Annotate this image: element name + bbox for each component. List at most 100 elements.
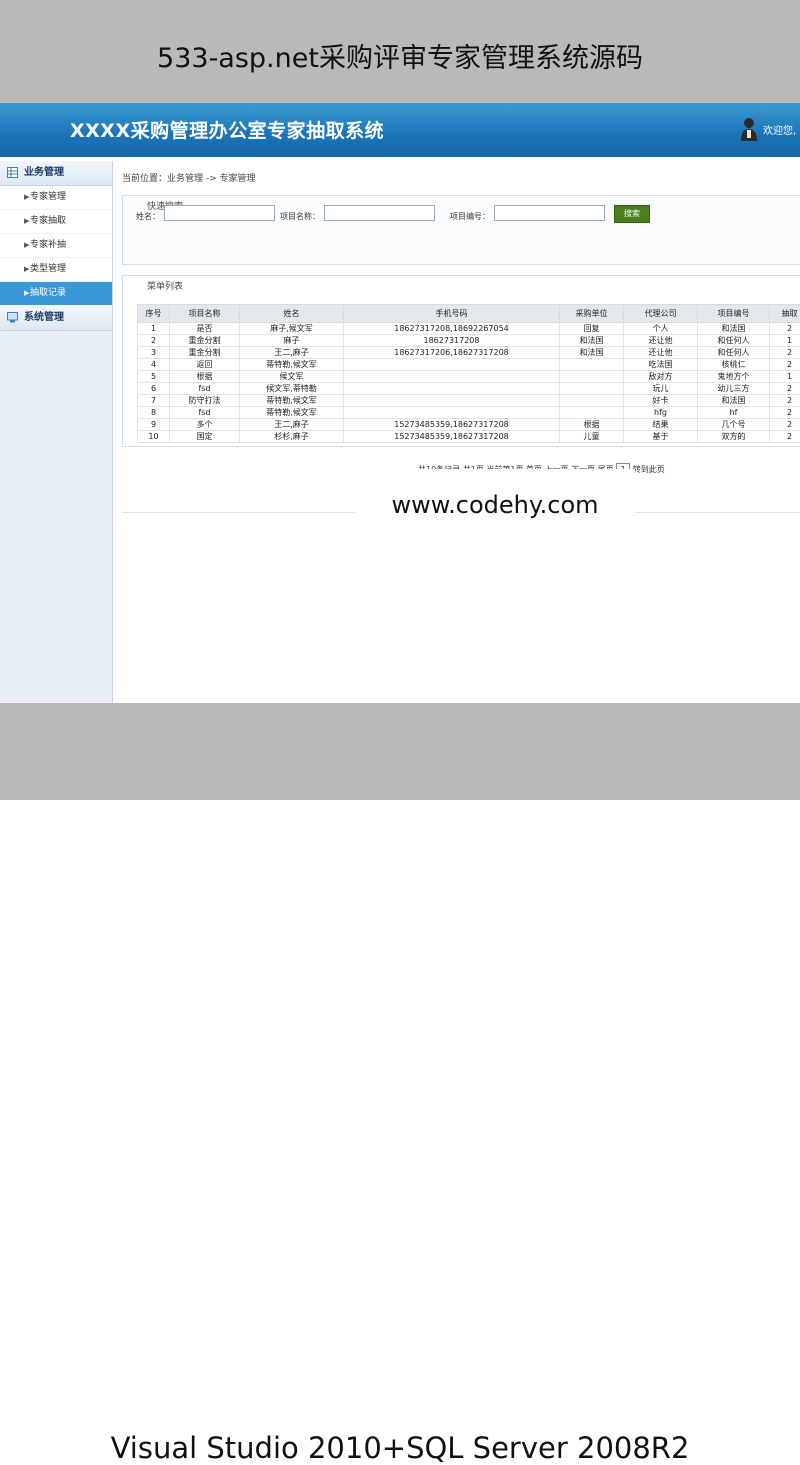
table-cell: 18627317206,18627317208 (344, 347, 560, 359)
table-cell: hf (698, 407, 770, 419)
table-cell: 和法国 (698, 395, 770, 407)
column-header[interactable]: 姓名 (240, 305, 344, 323)
table-cell: 敌对方 (624, 371, 698, 383)
table-row[interactable]: 4返回蒂特勒,候文军吃法国核桃仁2 (138, 359, 800, 371)
sidebar-item-label: 抽取记录 (30, 288, 66, 298)
table-cell: 15273485359,18627317208 (344, 419, 560, 431)
records-table: 序号 项目名称 姓名 手机号码 采购单位 代理公司 项目编号 抽取 1是否麻子,… (137, 304, 800, 443)
column-header[interactable]: 手机号码 (344, 305, 560, 323)
table-row[interactable]: 10国定杉杉,麻子15273485359,18627317208儿童基于双方的2 (138, 431, 800, 443)
user-icon (740, 117, 758, 141)
table-cell (344, 383, 560, 395)
column-header[interactable]: 代理公司 (624, 305, 698, 323)
system-title: XXXX采购管理办公室专家抽取系统 (70, 116, 384, 143)
list-panel-title: 菜单列表 (123, 276, 800, 296)
table-cell: 6 (138, 383, 170, 395)
list-panel: 菜单列表 序号 项目名称 姓名 手机号码 采购单位 代理公司 项目编号 抽 (122, 275, 800, 447)
column-header[interactable]: 项目名称 (170, 305, 240, 323)
table-cell: 9 (138, 419, 170, 431)
table-cell: 2 (770, 347, 800, 359)
table-cell: 幼儿三方 (698, 383, 770, 395)
table-row[interactable]: 9多个王二,麻子15273485359,18627317208根据结果几个号2 (138, 419, 800, 431)
table-cell: 国定 (170, 431, 240, 443)
table-cell: 4 (138, 359, 170, 371)
project-number-input[interactable] (494, 205, 605, 221)
table-cell: 重金分割 (170, 347, 240, 359)
sidebar-item-expert-draw[interactable]: ▶ 专家抽取 (0, 210, 112, 234)
table-row[interactable]: 8fsd蒂特勒,候文军hfghf2 (138, 407, 800, 419)
table-row[interactable]: 3重金分割王二,麻子18627317206,18627317208和法国还让他和… (138, 347, 800, 359)
column-header[interactable]: 序号 (138, 305, 170, 323)
table-cell: 双方的 (698, 431, 770, 443)
sidebar-item-draw-records[interactable]: ▶ 抽取记录 (0, 282, 112, 306)
table-cell: 蒂特勒,候文军 (240, 395, 344, 407)
table-cell: 是否 (170, 323, 240, 335)
table-cell (344, 371, 560, 383)
sidebar-group-label: 系统管理 (24, 312, 64, 323)
table-cell: 返回 (170, 359, 240, 371)
table-cell: 个人 (624, 323, 698, 335)
monitor-icon (7, 312, 18, 323)
table-cell: 1 (138, 323, 170, 335)
table-row[interactable]: 1是否麻子,候文军18627317208,18692267054回复个人和法国2 (138, 323, 800, 335)
table-cell: 核桃仁 (698, 359, 770, 371)
arrow-right-icon: ▶ (24, 282, 29, 305)
table-cell (344, 395, 560, 407)
sidebar-item-expert-supplement[interactable]: ▶ 专家补抽 (0, 234, 112, 258)
table-cell (560, 383, 624, 395)
app-header: XXXX采购管理办公室专家抽取系统 欢迎您, (0, 103, 800, 157)
name-input[interactable] (164, 205, 275, 221)
sidebar-item-expert-manage[interactable]: ▶ 专家管理 (0, 186, 112, 210)
table-row[interactable]: 6fsd候文军,蒂特勒玩儿幼儿三方2 (138, 383, 800, 395)
column-header[interactable]: 抽取 (770, 305, 800, 323)
column-header[interactable]: 采购单位 (560, 305, 624, 323)
table-cell: 和法国 (560, 347, 624, 359)
arrow-right-icon: ▶ (24, 210, 29, 233)
table-cell (344, 359, 560, 371)
table-cell (560, 407, 624, 419)
table-cell: 2 (138, 335, 170, 347)
table-cell: 王二,麻子 (240, 419, 344, 431)
column-header[interactable]: 项目编号 (698, 305, 770, 323)
table-cell: 儿童 (560, 431, 624, 443)
project-name-label: 项目名称： (280, 211, 320, 222)
app-window: XXXX采购管理办公室专家抽取系统 欢迎您, 业务管理 ▶ 专家管理 ▶ 专家抽… (0, 103, 800, 703)
sidebar-group-label: 业务管理 (24, 167, 64, 178)
project-name-input[interactable] (324, 205, 435, 221)
table-cell: 重金分割 (170, 335, 240, 347)
table-cell: 回复 (560, 323, 624, 335)
table-cell: 候文军 (240, 371, 344, 383)
sidebar-group-business[interactable]: 业务管理 (0, 161, 112, 186)
table-cell: 8 (138, 407, 170, 419)
table-cell: 7 (138, 395, 170, 407)
sidebar-item-type-manage[interactable]: ▶ 类型管理 (0, 258, 112, 282)
table-cell: fsd (170, 407, 240, 419)
table-cell (560, 395, 624, 407)
table-cell: hfg (624, 407, 698, 419)
sidebar-group-system[interactable]: 系统管理 (0, 306, 112, 331)
table-cell (560, 371, 624, 383)
sidebar-item-label: 专家抽取 (30, 216, 66, 226)
table-cell: 杉杉,麻子 (240, 431, 344, 443)
project-number-label: 项目编号： (450, 211, 490, 222)
table-cell: 18627317208 (344, 335, 560, 347)
table-row[interactable]: 7防守打法蒂特勒,候文军好卡和法国2 (138, 395, 800, 407)
grid-icon (7, 167, 18, 178)
table-header-row: 序号 项目名称 姓名 手机号码 采购单位 代理公司 项目编号 抽取 (138, 305, 800, 323)
table-body: 1是否麻子,候文军18627317208,18692267054回复个人和法国2… (138, 323, 800, 443)
table-row[interactable]: 5根据候文军敌对方鬼地方个1 (138, 371, 800, 383)
table-cell: 1 (770, 335, 800, 347)
table-row[interactable]: 2重金分割麻子18627317208和法国还让他和任何人1 (138, 335, 800, 347)
watermark: www.codehy.com (355, 469, 635, 541)
table-cell: 10 (138, 431, 170, 443)
table-cell: 2 (770, 407, 800, 419)
jump-to-page-link[interactable]: 转到此页 (633, 465, 665, 474)
table-cell: 1 (770, 371, 800, 383)
search-button[interactable]: 搜索 (614, 205, 650, 223)
table-cell: 根据 (170, 371, 240, 383)
table-cell: 2 (770, 359, 800, 371)
table-cell: 基于 (624, 431, 698, 443)
table-cell: 18627317208,18692267054 (344, 323, 560, 335)
welcome-text: 欢迎您, (763, 122, 796, 137)
table-cell: 2 (770, 383, 800, 395)
